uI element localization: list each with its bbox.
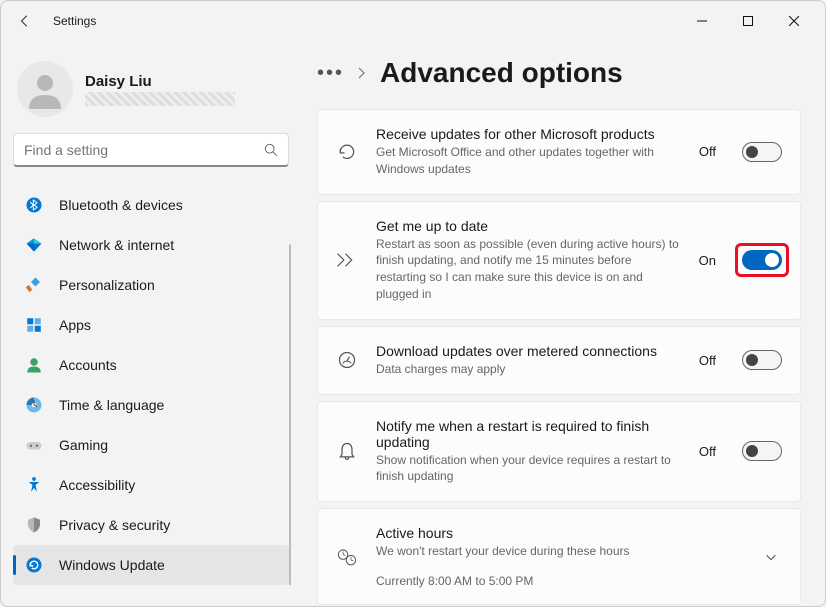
sidebar-item-winupdate[interactable]: Windows Update [13,545,289,585]
sidebar-item-privacy[interactable]: Privacy & security [13,505,289,545]
active-hours-icon [336,547,358,567]
card-desc: Restart as soon as possible (even during… [376,236,681,303]
setting-card-other-products: Receive updates for other Microsoft prod… [317,109,801,195]
gaming-icon [25,436,43,454]
sidebar-item-network[interactable]: Network & internet [13,225,289,265]
profile[interactable]: Daisy Liu [17,61,285,117]
sidebar-item-label: Accessibility [59,477,135,493]
page-title: Advanced options [380,57,623,89]
search-input[interactable] [24,142,264,158]
card-title: Active hours [376,525,742,541]
sidebar-item-accounts[interactable]: Accounts [13,345,289,385]
card-desc: We won't restart your device during thes… [376,543,742,560]
accessibility-icon [25,476,43,494]
card-desc: Show notification when your device requi… [376,452,681,486]
card-title: Download updates over metered connection… [376,343,681,359]
close-button[interactable] [771,5,817,37]
setting-card-active-hours[interactable]: Active hours We won't restart your device… [317,508,801,605]
avatar [17,61,73,117]
sidebar-item-label: Personalization [59,277,155,293]
sidebar-item-gaming[interactable]: Gaming [13,425,289,465]
other-products-icon [336,142,358,162]
maximize-button[interactable] [725,5,771,37]
accounts-icon [25,356,43,374]
card-desc: Data charges may apply [376,361,681,378]
setting-card-notify-restart: Notify me when a restart is required to … [317,401,801,503]
setting-card-uptodate: Get me up to date Restart as soon as poss… [317,201,801,320]
network-icon [25,236,43,254]
toggle-uptodate[interactable] [742,250,782,270]
sidebar-item-label: Windows Update [59,557,165,573]
toggle-state-label: Off [699,444,716,459]
card-extra: Currently 8:00 AM to 5:00 PM [376,574,742,588]
apps-icon [25,316,43,334]
sidebar-item-label: Bluetooth & devices [59,197,183,213]
winupdate-icon [25,556,43,574]
sidebar-item-label: Time & language [59,397,164,413]
chevron-down-icon[interactable] [760,550,782,564]
toggle-metered[interactable] [742,350,782,370]
sidebar-item-label: Accounts [59,357,117,373]
metered-icon [336,350,358,370]
uptodate-icon [336,250,358,270]
sidebar-item-bluetooth[interactable]: Bluetooth & devices [13,185,289,225]
privacy-icon [25,516,43,534]
bluetooth-icon [25,196,43,214]
sidebar-item-label: Privacy & security [59,517,170,533]
sidebar-item-label: Gaming [59,437,108,453]
time-icon [25,396,43,414]
user-name: Daisy Liu [85,73,235,90]
toggle-other-products[interactable] [742,142,782,162]
minimize-button[interactable] [679,5,725,37]
toggle-notify-restart[interactable] [742,441,782,461]
search-icon [264,143,278,157]
setting-card-metered: Download updates over metered connection… [317,326,801,395]
toggle-state-label: Off [699,144,716,159]
sidebar-item-personalization[interactable]: Personalization [13,265,289,305]
breadcrumb-more[interactable]: ••• [317,62,344,85]
card-title: Receive updates for other Microsoft prod… [376,126,681,142]
notify-restart-icon [336,441,358,461]
back-button[interactable] [9,5,41,37]
sidebar-item-accessibility[interactable]: Accessibility [13,465,289,505]
user-email-redacted [85,92,235,106]
window-title: Settings [53,14,96,28]
card-desc: Get Microsoft Office and other updates t… [376,144,681,178]
sidebar-item-label: Network & internet [59,237,174,253]
personalization-icon [25,276,43,294]
toggle-state-label: Off [699,353,716,368]
search-input-wrapper[interactable] [13,133,289,167]
breadcrumb: ••• Advanced options [317,57,801,89]
toggle-state-label: On [699,253,716,268]
sidebar-item-label: Apps [59,317,91,333]
card-title: Get me up to date [376,218,681,234]
chevron-right-icon [358,67,366,79]
card-title: Notify me when a restart is required to … [376,418,681,450]
sidebar-item-time[interactable]: Time & language [13,385,289,425]
sidebar-item-apps[interactable]: Apps [13,305,289,345]
